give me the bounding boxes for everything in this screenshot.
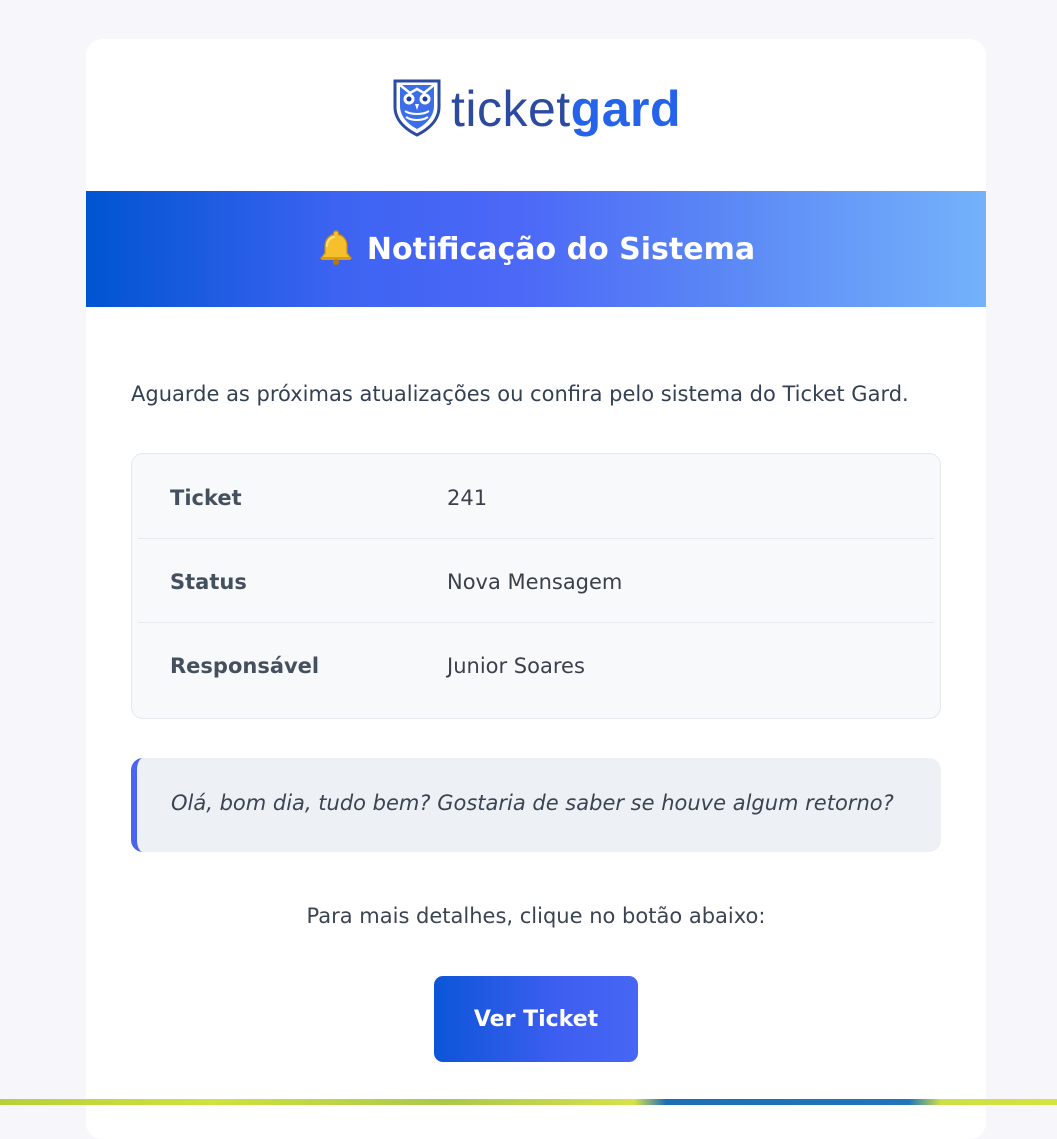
brand-name-light: ticket bbox=[450, 81, 571, 137]
ticket-details-table: Ticket 241 Status Nova Mensagem Responsá… bbox=[131, 453, 941, 719]
detail-value: Nova Mensagem bbox=[447, 570, 623, 594]
cta-text: Para mais detalhes, clique no botão abai… bbox=[306, 904, 766, 928]
detail-value: Junior Soares bbox=[447, 654, 585, 678]
brand-wordmark: ticketgard bbox=[451, 84, 681, 134]
background-strip bbox=[0, 1099, 1057, 1105]
banner-title: Notificação do Sistema bbox=[366, 231, 756, 267]
detail-row-ticket: Ticket 241 bbox=[138, 454, 934, 539]
detail-label: Ticket bbox=[170, 486, 242, 510]
notification-banner: Notificação do Sistema bbox=[86, 191, 986, 307]
detail-value: 241 bbox=[447, 486, 488, 510]
message-quote: Olá, bom dia, tudo bem? Gostaria de sabe… bbox=[131, 758, 941, 852]
detail-label: Responsável bbox=[170, 654, 320, 678]
view-ticket-button[interactable]: Ver Ticket bbox=[434, 976, 638, 1062]
logo-header: ticketgard bbox=[86, 39, 986, 191]
intro-text: Aguarde as próximas atualizações ou conf… bbox=[131, 382, 909, 406]
email-card: ticketgard Notificação do Sistema Aguard… bbox=[86, 39, 986, 1139]
brand-name-bold: gard bbox=[570, 81, 682, 137]
bell-icon bbox=[317, 228, 355, 270]
owl-shield-icon bbox=[391, 77, 443, 141]
logo[interactable]: ticketgard bbox=[391, 77, 681, 141]
detail-row-status: Status Nova Mensagem bbox=[138, 538, 934, 623]
detail-label: Status bbox=[170, 570, 247, 594]
detail-row-responsavel: Responsável Junior Soares bbox=[138, 622, 934, 706]
